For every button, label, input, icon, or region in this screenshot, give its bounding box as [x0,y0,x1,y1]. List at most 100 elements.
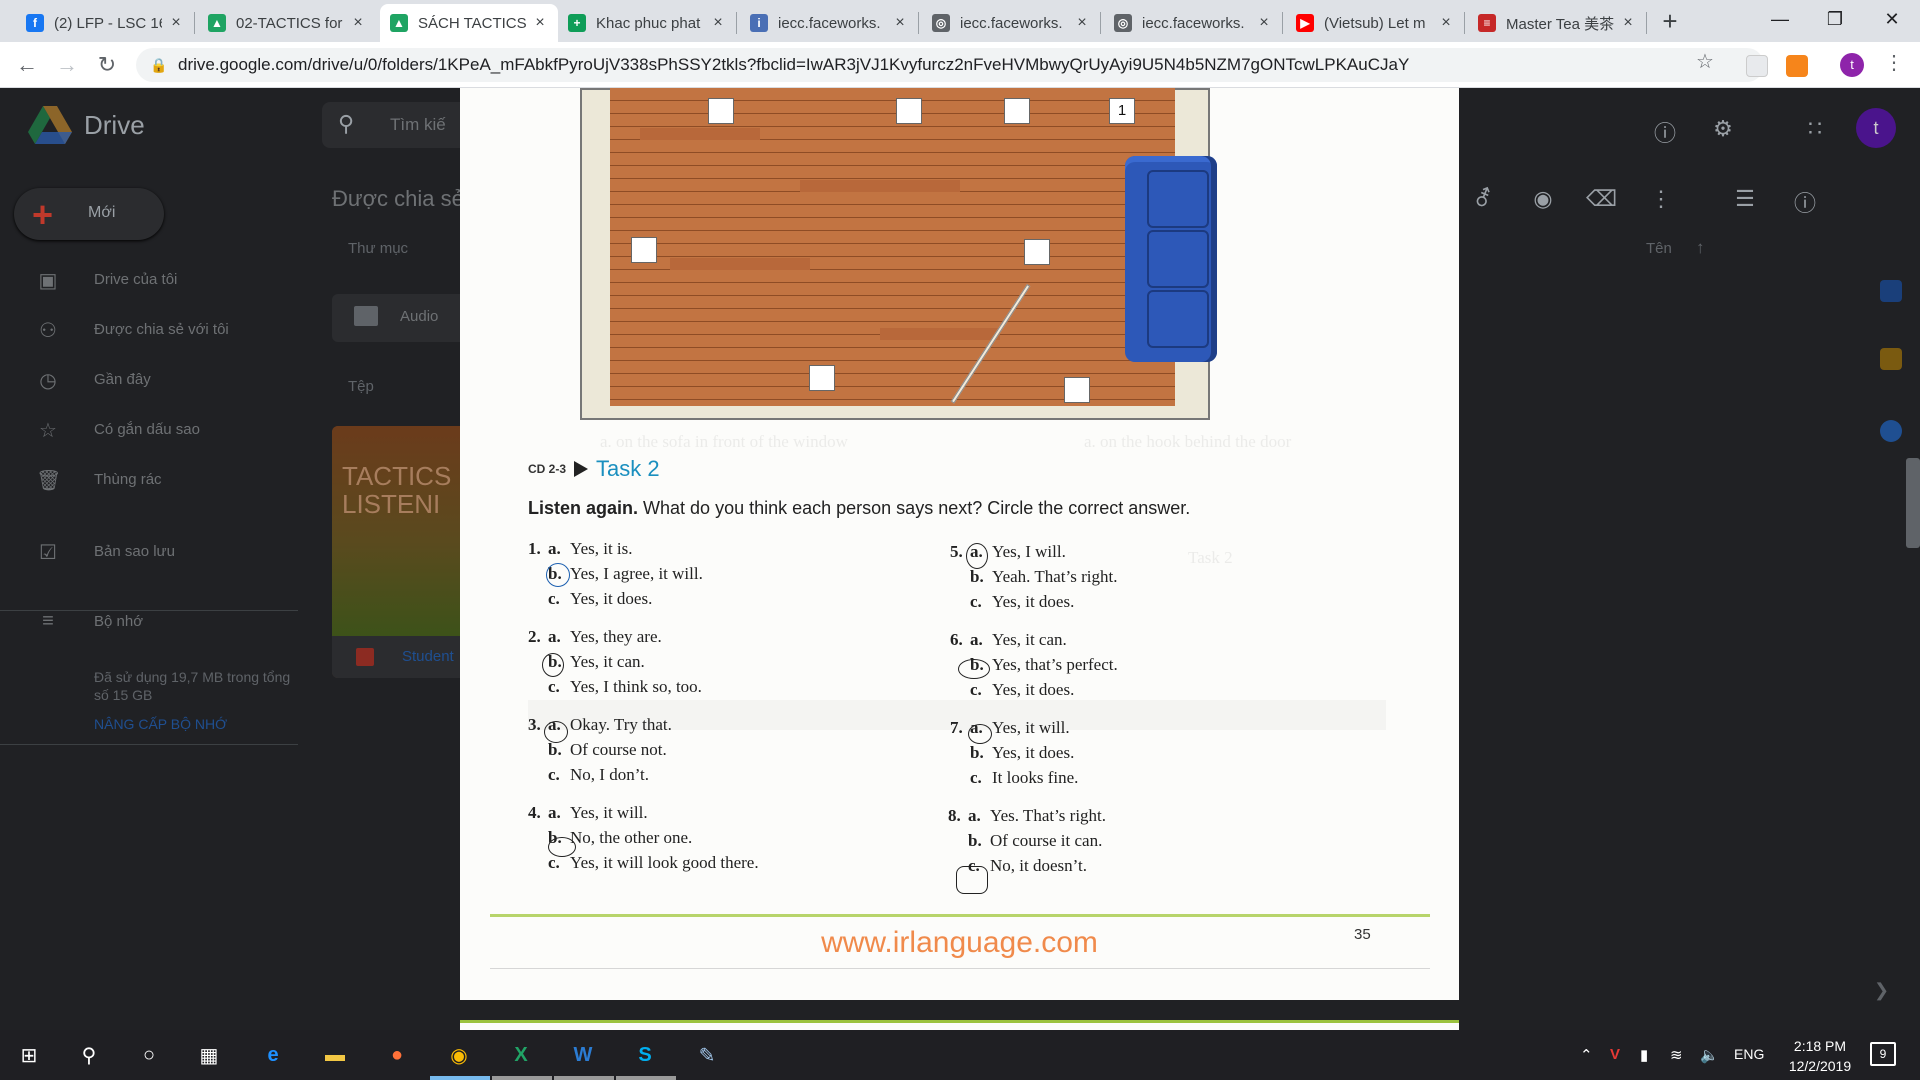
tasks-icon[interactable] [1880,420,1902,442]
chrome-menu-icon[interactable]: ⋮ [1884,50,1904,75]
search-icon: ⚲ [338,111,355,136]
help-icon[interactable]: ⓘ [1650,116,1680,146]
delete-icon[interactable]: ⌫ [1586,186,1617,216]
windows-start-icon[interactable]: ⊞ [12,1038,46,1072]
new-button[interactable]: + Mới [14,188,164,240]
browser-tab[interactable]: f (2) LFP - LSC 16 × [16,4,194,42]
drive-account-avatar[interactable]: t [1856,108,1896,148]
sidebar-item-label: Bản sao lưu [94,543,175,560]
system-clock[interactable]: 2:18 PM 12/2/2019 [1770,1036,1870,1076]
vpn-tray-icon[interactable]: V [1610,1046,1620,1063]
minimize-button[interactable]: — [1750,0,1810,40]
sofa-cushion [1147,170,1209,228]
metamask-icon[interactable] [1786,55,1808,77]
sidebar-item[interactable]: ☆ Có gắn dấu sao [0,410,300,450]
tab-separator [1464,12,1465,34]
close-tab-icon[interactable]: × [1256,14,1272,32]
word-icon[interactable]: W [566,1038,600,1072]
more-actions-icon[interactable]: ⋮ [1646,186,1676,216]
preview-eye-icon[interactable]: ◉ [1528,186,1558,216]
extension-icon[interactable] [1746,55,1768,77]
option-letter: a. [548,803,561,822]
browser-tab[interactable]: i iecc.faceworks. × [740,4,918,42]
file-explorer-icon[interactable]: ▬ [318,1038,352,1072]
answer-option: c. Yes, I think so, too. [528,674,908,699]
maximize-button[interactable]: ❐ [1805,0,1865,40]
upgrade-storage-link[interactable]: NÂNG CẤP BỘ NHỚ [94,716,227,732]
close-tab-icon[interactable]: × [1074,14,1090,32]
google-drive-icon: ▲ [208,14,226,32]
list-view-icon[interactable]: ☰ [1730,186,1760,216]
close-window-button[interactable]: ✕ [1862,0,1920,40]
answer-option: c. No, it doesn’t. [948,853,1328,878]
settings-gear-icon[interactable]: ⚙ [1708,116,1738,146]
close-tab-icon[interactable]: × [1438,14,1454,32]
answer-option: b. Yes, that’s perfect. [950,652,1330,677]
expand-panel-chevron-icon[interactable]: ❯ [1874,980,1889,1001]
sidebar-item[interactable]: 🗑 Thùng rác [0,460,300,500]
browser-tab[interactable]: ◎ iecc.faceworks. × [922,4,1100,42]
close-tab-icon[interactable]: × [168,14,184,32]
sidebar-item[interactable]: ◷ Gần đây [0,360,300,400]
notification-center-icon[interactable]: 9 [1870,1042,1896,1066]
reload-button[interactable]: ↻ [92,50,122,80]
room-marker-number: 1 [1109,98,1135,124]
chrome-profile-avatar[interactable]: t [1840,53,1864,77]
skype-icon[interactable]: S [628,1038,662,1072]
edge-icon[interactable]: e [256,1038,290,1072]
close-tab-icon[interactable]: × [710,14,726,32]
option-text: Yes, it is. [570,539,633,558]
breadcrumb[interactable]: Được chia sẻ [332,186,464,212]
paint-icon[interactable]: ✎ [690,1038,724,1072]
sidebar-item[interactable]: ☑ Bản sao lưu [0,532,300,572]
cortana-icon[interactable]: ○ [132,1038,166,1072]
browser-tab[interactable]: ▲ 02-TACTICS for × [198,4,376,42]
question-number: 7. [950,718,963,737]
youtube-icon: ▶ [1296,14,1314,32]
volume-icon[interactable]: 🔈 [1700,1046,1719,1064]
forward-button[interactable]: → [52,50,82,80]
calendar-icon[interactable] [1880,280,1902,302]
tab-title: iecc.faceworks. [1142,14,1245,32]
firefox-icon[interactable]: ● [380,1038,414,1072]
answer-option: c. Yes, it does. [528,586,908,611]
apps-grid-icon[interactable]: ∷ [1800,116,1830,146]
language-indicator[interactable]: ENG [1734,1046,1764,1062]
browser-tab[interactable]: + Khac phuc phat × [558,4,736,42]
close-tab-icon[interactable]: × [1620,14,1636,32]
browser-tab[interactable]: ≡ Master Tea 美茶 × [1468,4,1646,42]
scrollbar[interactable] [1906,458,1920,548]
details-info-icon[interactable]: ⓘ [1790,186,1820,216]
task-view-icon[interactable]: ▦ [192,1038,226,1072]
question-block: 1. a. Yes, it is. b. Yes, I agree, it will. c… [528,536,908,611]
battery-icon[interactable]: ▮ [1640,1046,1648,1064]
side-panel-rail [1860,148,1920,1030]
sidebar-item[interactable]: ≡ Bộ nhớ [0,602,300,642]
tab-title: (Vietsub) Let m [1324,14,1426,32]
close-tab-icon[interactable]: × [532,14,548,32]
tray-expand-chevron-icon[interactable]: ⌃ [1580,1046,1593,1064]
browser-tab[interactable]: ▲ SÁCH TACTICS × [380,4,558,42]
wifi-icon[interactable]: ≋ [1670,1046,1683,1064]
excel-icon[interactable]: X [504,1038,538,1072]
question-block: 7. a. Yes, it will. b. Yes, it does. c. It loo… [950,715,1330,790]
share-person-icon[interactable]: ⚦ [1468,186,1498,216]
option-text: Yes, I agree, it will. [570,564,703,583]
back-button[interactable]: ← [12,50,42,80]
sidebar-item[interactable]: ▣ Drive của tôi [0,260,300,300]
sidebar-divider [0,610,298,611]
search-icon[interactable]: ⚲ [72,1038,106,1072]
browser-tab[interactable]: ▶ (Vietsub) Let m × [1286,4,1464,42]
new-tab-button[interactable]: + [1656,8,1684,36]
sort-by-name-label[interactable]: Tên [1646,240,1672,257]
close-tab-icon[interactable]: × [350,14,366,32]
close-tab-icon[interactable]: × [892,14,908,32]
browser-tab[interactable]: ◎ iecc.faceworks. × [1104,4,1282,42]
website-footer[interactable]: www.irlanguage.com [460,926,1459,960]
keep-icon[interactable] [1880,348,1902,370]
chrome-icon[interactable]: ◉ [442,1038,476,1072]
floor-plank [670,258,810,270]
sort-arrow-icon[interactable]: ↑ [1696,238,1705,258]
sidebar-item[interactable]: ⚇ Được chia sẻ với tôi [0,310,300,350]
address-bar[interactable]: 🔒 drive.google.com/drive/u/0/folders/1KP… [136,48,1764,82]
